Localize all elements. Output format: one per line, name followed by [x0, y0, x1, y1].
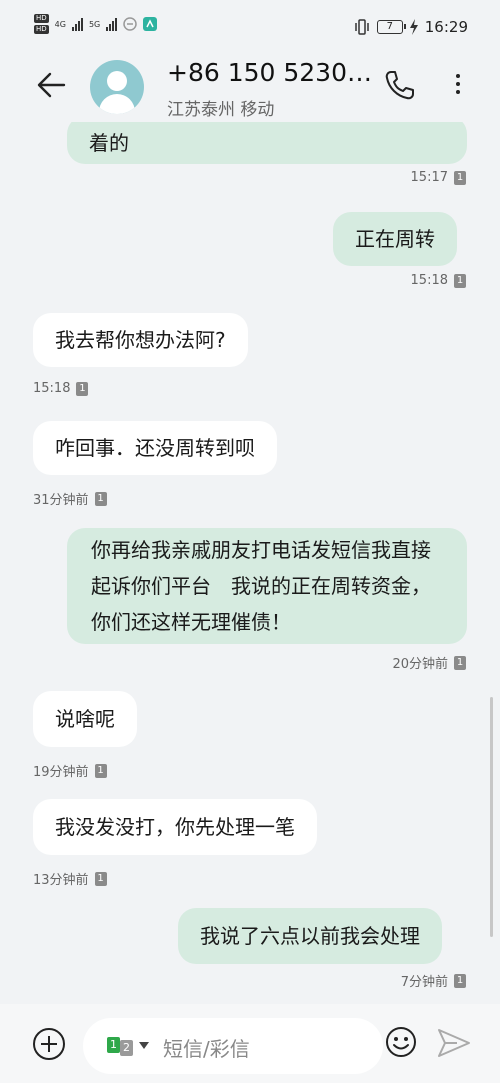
- back-arrow-icon[interactable]: [36, 70, 66, 100]
- sim-badge: 1: [94, 871, 107, 886]
- clock: 16:29: [424, 18, 468, 36]
- network-4g-label: 4G: [54, 19, 66, 29]
- message-text: 我没发没打，你先处理一笔: [55, 815, 295, 839]
- status-bar: HD HD 4G 5G 7 16:29: [0, 0, 500, 56]
- message-text: 你再给我亲戚朋友打电话发短信我直接起诉你们平台 我说的正在周转资金，你们还这样无…: [91, 538, 431, 634]
- message-bubble-incoming[interactable]: 我没发没打，你先处理一笔: [33, 799, 317, 855]
- message-meta: 19分钟前 1: [33, 761, 107, 780]
- message-meta: 15:18 1: [33, 381, 89, 396]
- send-icon[interactable]: [437, 1028, 471, 1058]
- add-attachment-icon[interactable]: [33, 1028, 65, 1060]
- hd-badges: HD HD: [34, 14, 49, 34]
- message-text: 着的: [89, 131, 129, 155]
- message-time: 13分钟前: [33, 873, 89, 888]
- wifi-icon: [123, 17, 137, 31]
- sim1-badge: 1: [107, 1037, 120, 1053]
- sim-badge: 1: [454, 973, 466, 988]
- message-time: 15:17: [410, 170, 448, 185]
- message-text: 正在周转: [355, 227, 435, 251]
- message-meta: 31分钟前 1: [33, 489, 107, 508]
- message-meta: 7分钟前 1: [401, 971, 466, 990]
- contact-avatar[interactable]: [90, 60, 144, 114]
- sim-badge: 1: [454, 170, 466, 185]
- message-text: 我去帮你想办法阿?: [55, 328, 226, 352]
- contact-number[interactable]: +86 150 5230…: [167, 58, 372, 87]
- composer-bar: 1 2 短信/彩信: [0, 1004, 500, 1083]
- status-left: HD HD 4G 5G: [34, 14, 158, 34]
- message-bubble-outgoing[interactable]: 我说了六点以前我会处理: [178, 908, 442, 964]
- message-time: 7分钟前: [400, 975, 448, 990]
- message-time: 31分钟前: [33, 493, 89, 508]
- message-input[interactable]: 1 2 短信/彩信: [83, 1018, 383, 1074]
- contact-location: 江苏泰州 移动: [167, 100, 275, 120]
- message-time: 15:18: [33, 381, 71, 396]
- message-bubble-incoming[interactable]: 说啥呢: [33, 691, 137, 747]
- signal-icon: [106, 17, 118, 31]
- scrollbar[interactable]: [490, 697, 493, 937]
- more-options-icon[interactable]: [450, 70, 466, 104]
- message-meta: 13分钟前 1: [33, 869, 107, 888]
- status-right: 7 16:29: [353, 18, 468, 36]
- message-meta: 15:17 1: [411, 170, 466, 185]
- charging-icon: [409, 19, 418, 35]
- message-time: 15:18: [410, 273, 448, 288]
- sim-badge: 1: [94, 763, 107, 778]
- message-text: 我说了六点以前我会处理: [200, 924, 420, 948]
- message-bubble-incoming[interactable]: 我去帮你想办法阿?: [33, 313, 248, 367]
- message-bubble-outgoing[interactable]: 正在周转: [333, 212, 457, 266]
- message-meta: 20分钟前 1: [392, 653, 466, 672]
- sim-badge: 1: [454, 655, 466, 670]
- emoji-icon[interactable]: [385, 1026, 417, 1058]
- message-list[interactable]: 着的 15:17 1 正在周转 15:18 1 我去帮你想办法阿? 15:18 …: [0, 122, 500, 1004]
- conversation-header: +86 150 5230… 江苏泰州 移动: [0, 56, 500, 122]
- app-notification-icon: [143, 17, 158, 31]
- message-time: 20分钟前: [392, 657, 448, 672]
- message-bubble-incoming[interactable]: 咋回事．还没周转到呗: [33, 421, 277, 475]
- battery-icon: 7: [376, 20, 406, 34]
- sim-badge: 1: [76, 381, 89, 396]
- message-text: 说啥呢: [55, 707, 115, 731]
- sim2-badge: 2: [120, 1040, 133, 1056]
- vibrate-icon: [355, 19, 369, 35]
- hd-badge: HD: [34, 14, 49, 23]
- message-meta: 15:18 1: [411, 273, 466, 288]
- message-bubble-outgoing[interactable]: 你再给我亲戚朋友打电话发短信我直接起诉你们平台 我说的正在周转资金，你们还这样无…: [67, 528, 467, 644]
- message-bubble-outgoing[interactable]: 着的: [67, 122, 467, 164]
- signal-icon: [71, 17, 83, 31]
- chevron-down-icon: [139, 1041, 149, 1049]
- sim-badge: 1: [94, 491, 107, 506]
- sim-selector[interactable]: 1 2: [107, 1034, 149, 1056]
- input-placeholder: 短信/彩信: [163, 1037, 250, 1061]
- sim-badge: 1: [454, 273, 466, 288]
- phone-icon[interactable]: [383, 69, 415, 101]
- message-text: 咋回事．还没周转到呗: [55, 436, 255, 460]
- network-5g-label: 5G: [88, 19, 101, 29]
- hd-badge: HD: [34, 25, 49, 34]
- message-time: 19分钟前: [33, 765, 89, 780]
